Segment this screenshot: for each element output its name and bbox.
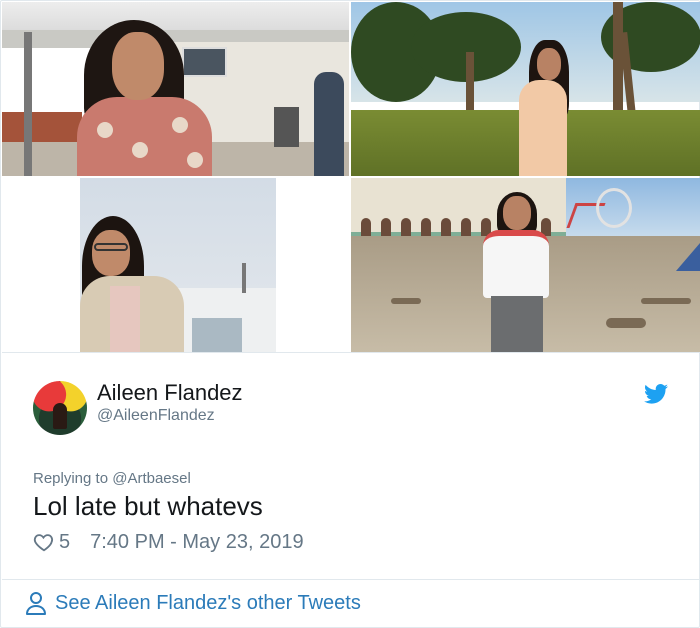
tweet-card: Aileen Flandez @AileenFlandez Replying t… bbox=[0, 0, 700, 628]
photo-4[interactable] bbox=[351, 178, 700, 352]
tweet-meta: 5 7:40 PM - May 23, 2019 bbox=[33, 529, 304, 555]
author-handle[interactable]: @AileenFlandez bbox=[97, 407, 215, 425]
replying-mention-link[interactable]: @Artbaesel bbox=[112, 470, 191, 487]
replying-prefix: Replying to bbox=[33, 470, 109, 487]
photo-3[interactable] bbox=[2, 178, 349, 352]
see-other-tweets-link[interactable]: See Aileen Flandez's other Tweets bbox=[25, 591, 361, 615]
twitter-bird-icon[interactable] bbox=[644, 384, 668, 404]
like-count[interactable]: 5 bbox=[59, 531, 70, 554]
avatar[interactable] bbox=[33, 381, 87, 435]
tweet-text: Lol late but whatevs bbox=[33, 491, 263, 521]
timestamp[interactable]: 7:40 PM - May 23, 2019 bbox=[90, 531, 303, 554]
heart-icon[interactable] bbox=[33, 531, 55, 553]
replying-to: Replying to @Artbaesel bbox=[33, 470, 191, 487]
photo-2[interactable] bbox=[351, 2, 700, 176]
divider bbox=[2, 352, 700, 353]
author-name[interactable]: Aileen Flandez bbox=[97, 380, 243, 406]
see-other-tweets-label[interactable]: See Aileen Flandez's other Tweets bbox=[55, 592, 361, 615]
photo-grid bbox=[2, 2, 700, 352]
footer-divider bbox=[2, 579, 700, 580]
person-icon bbox=[26, 592, 46, 615]
photo-1[interactable] bbox=[2, 2, 349, 176]
